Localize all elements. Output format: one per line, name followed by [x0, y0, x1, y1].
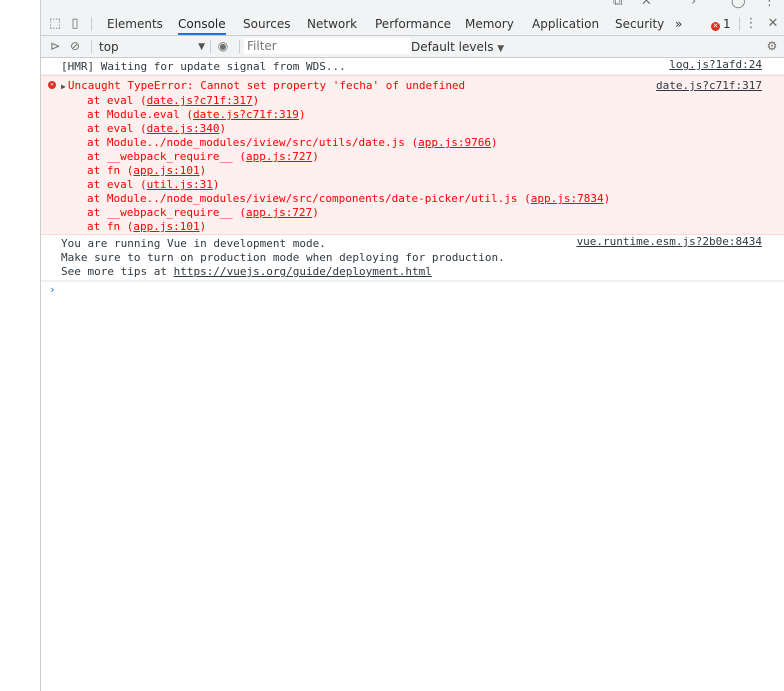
console-message-hmr: [HMR] Waiting for update signal from WDS…	[41, 58, 784, 75]
dropdown-caret-icon: ▼	[497, 44, 505, 54]
source-link[interactable]: date.js?c71f:317	[656, 79, 762, 93]
stack-frame: at fn (app.js:101)	[87, 220, 207, 233]
stack-frame-link[interactable]: date.js?c71f:319	[193, 108, 299, 121]
stack-frame: at __webpack_require__ (app.js:727)	[87, 150, 319, 163]
stack-trace: at eval (date.js?c71f:317) at Module.eva…	[61, 94, 784, 234]
stack-frame-link[interactable]: date.js:340	[147, 122, 220, 135]
stack-frame-link[interactable]: util.js:31	[147, 178, 213, 191]
tab-elements[interactable]: Elements	[107, 12, 163, 35]
error-text: Uncaught TypeError: Cannot set property …	[67, 79, 466, 92]
context-selector[interactable]: top ▼	[99, 36, 205, 57]
clear-console-icon[interactable]: ⊘	[68, 39, 82, 53]
console-prompt[interactable]: ›	[41, 281, 784, 300]
stack-frame-link[interactable]: app.js:9766	[418, 136, 491, 149]
tab-security[interactable]: Security	[615, 12, 664, 35]
menu-icon: ⋮	[763, 0, 776, 9]
restore-icon: ⧉	[613, 0, 623, 9]
console-message-vue: You are running Vue in development mode.…	[41, 235, 784, 281]
expand-triangle-icon[interactable]: ▶	[61, 82, 66, 91]
kebab-menu-icon[interactable]: ⋮	[743, 16, 759, 32]
stack-frame-link[interactable]: app.js:101	[133, 164, 199, 177]
stack-frame: at fn (app.js:101)	[87, 164, 207, 177]
tab-memory[interactable]: Memory	[465, 12, 514, 35]
stack-frame: at eval (date.js?c71f:317)	[87, 94, 260, 107]
message-text: [HMR] Waiting for update signal from WDS…	[61, 60, 346, 73]
console-settings-gear-icon[interactable]: ⚙	[765, 39, 779, 53]
prompt-chevron-icon: ›	[49, 283, 56, 296]
stack-frame: at Module../node_modules/iview/src/utils…	[87, 136, 498, 149]
profile-icon: ◯	[731, 0, 746, 9]
inspect-element-icon[interactable]: ⬚	[47, 16, 63, 32]
forward-icon: ›	[691, 0, 697, 9]
error-count: 1	[723, 17, 731, 31]
console-message-error: ✕ ▶ Uncaught TypeError: Cannot set proper…	[41, 75, 784, 235]
error-counter[interactable]: ✕ 1	[711, 12, 731, 35]
console-toolbar: ⊳ ⊘ top ▼ ◉ Default levels ▼ ⚙	[41, 36, 784, 58]
tab-sources[interactable]: Sources	[243, 12, 290, 35]
tab-application[interactable]: Application	[532, 12, 599, 35]
vue-line-2: Make sure to turn on production mode whe…	[61, 251, 505, 264]
console-output: [HMR] Waiting for update signal from WDS…	[41, 58, 784, 300]
dropdown-caret-icon: ▼	[198, 42, 205, 52]
live-expression-eye-icon[interactable]: ◉	[216, 39, 230, 53]
stack-frame: at Module.eval (date.js?c71f:319)	[87, 108, 306, 121]
vue-line-3: See more tips at https://vuejs.org/guide…	[61, 265, 432, 278]
toolbar-divider	[239, 40, 240, 53]
close-window-icon: ✕	[641, 0, 652, 9]
tab-network[interactable]: Network	[307, 12, 357, 35]
close-devtools-icon[interactable]: ✕	[765, 16, 781, 32]
toolbar-divider	[210, 40, 211, 53]
device-toolbar-icon[interactable]: ▯	[67, 16, 83, 32]
stack-frame-link[interactable]: app.js:727	[246, 206, 312, 219]
source-link[interactable]: log.js?1afd:24	[669, 58, 762, 72]
stack-frame-link[interactable]: app.js:7834	[531, 192, 604, 205]
filter-input[interactable]	[244, 38, 410, 54]
stack-frame: at Module../node_modules/iview/src/compo…	[87, 192, 611, 205]
stack-frame: at eval (date.js:340)	[87, 122, 227, 135]
devtools-panel: ⬚ ▯ Elements Console Sources Network Per…	[41, 12, 784, 691]
levels-label: Default levels	[411, 40, 494, 54]
devtools-tabbar: ⬚ ▯ Elements Console Sources Network Per…	[41, 12, 784, 36]
browser-top-edge: ⧉ ✕ › ◯ ⋮	[41, 0, 784, 12]
stack-frame: at __webpack_require__ (app.js:727)	[87, 206, 319, 219]
toolbar-divider	[91, 40, 92, 53]
deployment-guide-link[interactable]: https://vuejs.org/guide/deployment.html	[174, 265, 432, 278]
tab-console[interactable]: Console	[178, 12, 226, 35]
page-left-strip	[0, 0, 41, 691]
tab-performance[interactable]: Performance	[375, 12, 451, 35]
stack-frame-link[interactable]: app.js:101	[133, 220, 199, 233]
levels-dropdown[interactable]: Default levels ▼	[411, 36, 504, 57]
toolbar-divider	[739, 17, 740, 31]
more-tabs-icon[interactable]: »	[675, 12, 682, 35]
source-link[interactable]: vue.runtime.esm.js?2b0e:8434	[577, 235, 762, 249]
error-icon: ✕	[711, 22, 720, 31]
toolbar-divider	[91, 17, 92, 31]
show-sidebar-icon[interactable]: ⊳	[48, 39, 62, 53]
context-value: top	[99, 40, 119, 54]
stack-frame-link[interactable]: app.js:727	[246, 150, 312, 163]
stack-frame: at eval (util.js:31)	[87, 178, 220, 191]
error-icon: ✕	[48, 81, 56, 89]
stack-frame-link[interactable]: date.js?c71f:317	[147, 94, 253, 107]
